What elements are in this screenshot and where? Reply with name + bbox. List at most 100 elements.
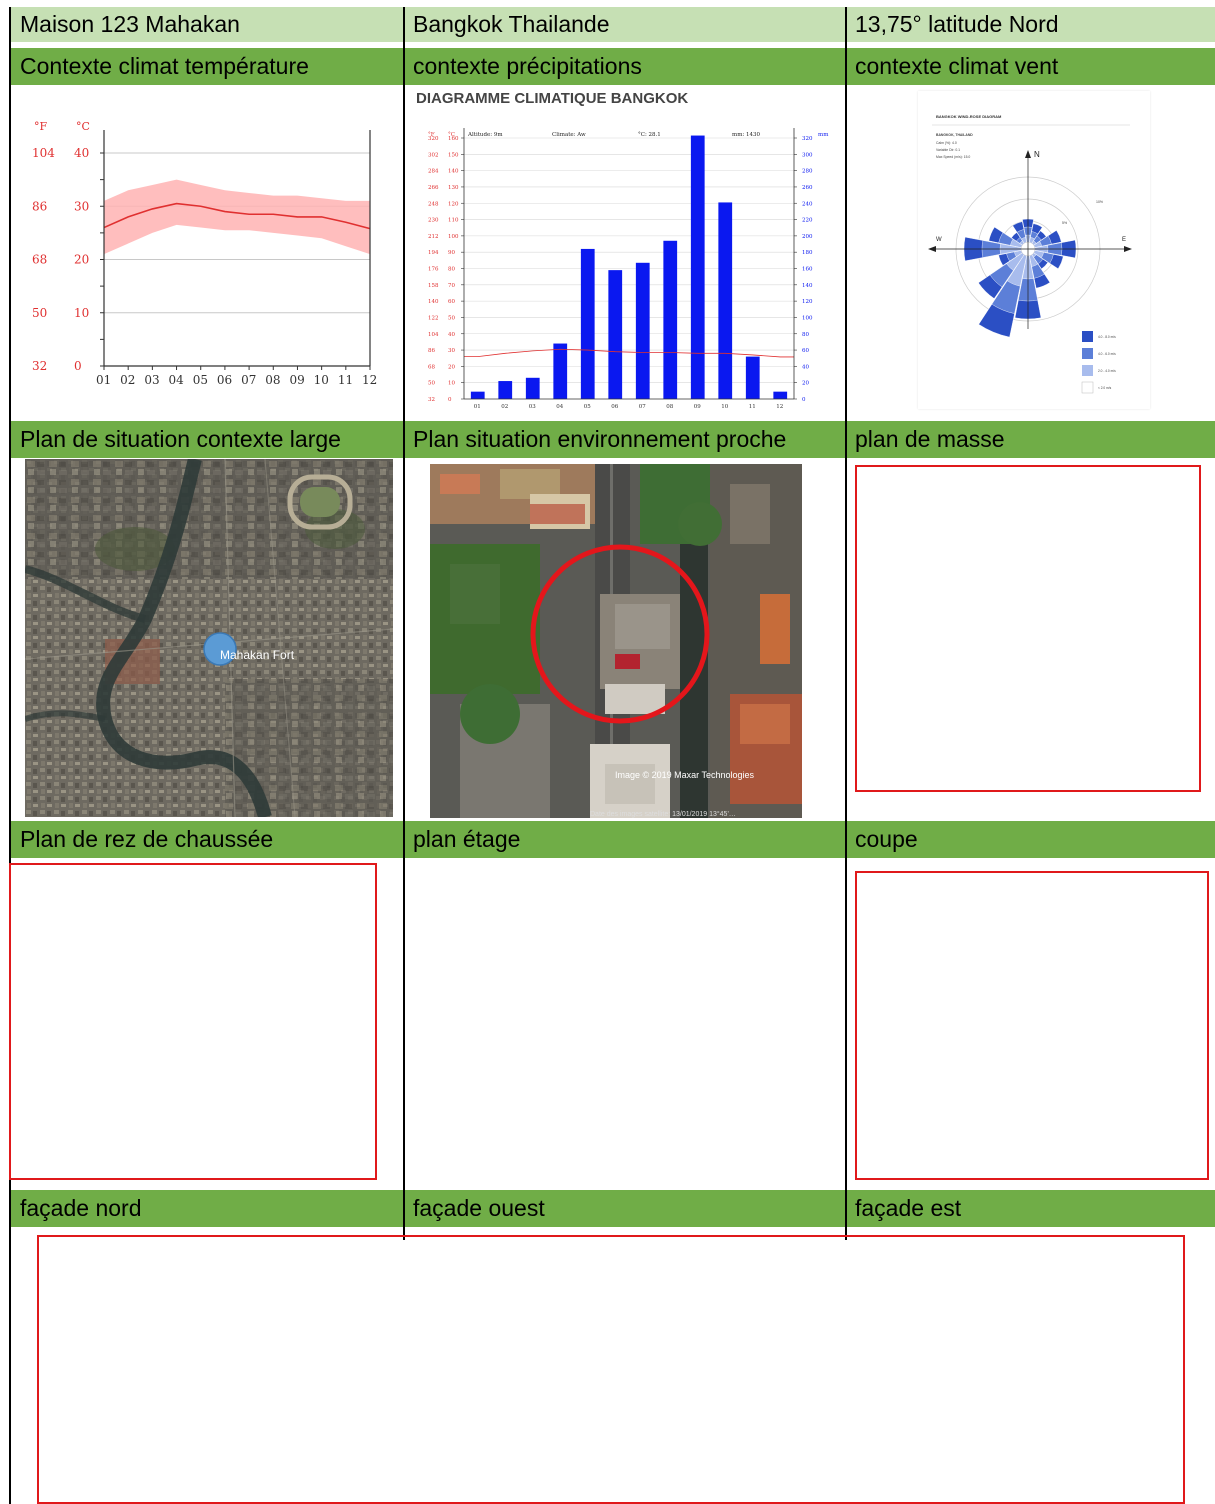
precip-temp-line (464, 348, 794, 358)
precip-tick-mm: 300 (802, 152, 813, 158)
legend-1: 4.0 - 8.0 m/s (1098, 335, 1116, 339)
temperature-chart-svg: °F °C 104 40 86 30 68 20 50 10 32 0 01 02 03 04 05 06 07… (32, 120, 377, 387)
precip-tick-f: 212 (428, 234, 439, 240)
unit-fahrenheit: °F (34, 120, 48, 133)
precip-bar (525, 377, 540, 399)
precip-month-label: 03 (529, 404, 536, 410)
header-plan-masse: plan de masse (845, 421, 1215, 458)
precip-tick-c: 130 (448, 185, 459, 191)
precip-tick-mm: 0 (802, 397, 806, 403)
precip-heading: DIAGRAMME CLIMATIQUE BANGKOK (416, 90, 689, 107)
header-plan-etage: plan étage (403, 821, 845, 858)
precip-tick-c: 70 (448, 283, 455, 289)
temp-tick-c: 20 (74, 253, 89, 267)
precip-tick-c: 140 (448, 169, 459, 175)
grid-line-middle (403, 7, 405, 1240)
precip-tick-c: 30 (448, 348, 455, 354)
precip-bar (773, 391, 788, 399)
precip-tick-mm: 80 (802, 332, 809, 338)
precip-tick-f: 320 (428, 136, 439, 142)
precip-bar (470, 391, 485, 399)
temp-tick-f: 68 (32, 253, 47, 267)
ring-label-5: 5% (1062, 221, 1067, 225)
precip-tick-mm: 20 (802, 381, 809, 387)
map-place-label: Mahakan Fort (220, 648, 295, 662)
header-rez-de-chaussee: Plan de rez de chaussée (10, 821, 403, 858)
wind-rose-legend: 4.0 - 8.0 m/s 4.0 - 6.0 m/s 2.0 - 4.0 m/… (1081, 331, 1116, 394)
header-wind: contexte climat vent (845, 48, 1215, 85)
precip-tick-f: 194 (428, 250, 439, 256)
grid-line-left (9, 7, 11, 1504)
temp-tick-f: 86 (32, 199, 47, 213)
header-facade-nord: façade nord (10, 1190, 403, 1227)
satellite-map-close: Image © 2019 Maxar Technologies Date des… (430, 464, 802, 818)
coupe-frame (855, 871, 1209, 1180)
wind-rose-title: BANGKOK WIND-ROSE DIAGRAM (936, 114, 1002, 119)
precip-tick-f: 302 (428, 152, 439, 158)
precip-tick-mm: 100 (802, 315, 813, 321)
precip-month-label: 12 (776, 404, 783, 410)
situation-map-close: Image © 2019 Maxar Technologies Date des… (430, 464, 802, 818)
precip-tick-f: 50 (428, 381, 435, 387)
precip-bar (718, 202, 733, 399)
legend-4: < 2.0 m/s (1098, 386, 1112, 390)
temp-month-label: 03 (144, 373, 159, 387)
wind-rose-stat-max: Max Speed (m/s): 15.0 (936, 155, 970, 159)
city-title: Bangkok Thailande (403, 7, 845, 42)
temperature-chart: °F °C 104 40 86 30 68 20 50 10 32 0 01 02 03 04 05 06 07… (14, 88, 400, 418)
plan-masse-frame (855, 465, 1201, 792)
satellite-map-large: Mahakan Fort (25, 459, 393, 817)
precip-month-label: 01 (474, 404, 481, 410)
precip-tick-mm: 240 (802, 201, 813, 207)
temp-month-label: 10 (314, 373, 329, 387)
precip-tick-c: 50 (448, 315, 455, 321)
precipitation-chart: DIAGRAMME CLIMATIQUE BANGKOK °F °C mm Al… (406, 88, 842, 418)
precip-tick-c: 60 (448, 299, 455, 305)
precip-tick-c: 110 (448, 218, 459, 224)
temp-month-label: 01 (96, 373, 111, 387)
info-altitude: Altitude: 9m (467, 132, 503, 138)
wind-rose-location: BANGKOK, THAILAND (936, 133, 973, 137)
precip-month-label: 04 (556, 404, 563, 410)
temp-tick-c: 10 (74, 306, 89, 320)
temp-tick-c: 0 (74, 359, 82, 373)
precip-tick-f: 284 (428, 169, 439, 175)
precipitation-chart-svg: °F °C mm Altitude: 9m Climate: Aw °C: 28… (428, 128, 829, 410)
precip-tick-c: 80 (448, 267, 455, 273)
temp-tick-f: 104 (32, 146, 55, 160)
precip-bar (745, 356, 760, 399)
precip-tick-f: 104 (428, 332, 439, 338)
precip-tick-f: 266 (428, 185, 439, 191)
grid-line-right (845, 7, 847, 1240)
header-temperature: Contexte climat température (10, 48, 403, 85)
precip-month-label: 05 (584, 404, 591, 410)
precip-tick-f: 230 (428, 218, 439, 224)
header-coupe: coupe (845, 821, 1215, 858)
precip-bar (580, 248, 595, 399)
temp-month-label: 04 (169, 373, 185, 387)
precip-tick-f: 140 (428, 299, 439, 305)
precip-tick-c: 10 (448, 381, 455, 387)
precip-tick-mm: 260 (802, 185, 813, 191)
precip-bar (663, 240, 678, 399)
precip-bar (553, 343, 568, 399)
precip-tick-c: 160 (448, 136, 459, 142)
precip-tick-c: 100 (448, 234, 459, 240)
precip-tick-mm: 200 (802, 234, 813, 240)
temp-month-label: 11 (338, 373, 353, 387)
precip-tick-mm: 140 (802, 283, 813, 289)
header-facade-ouest: façade ouest (403, 1190, 845, 1227)
precip-month-label: 10 (721, 404, 728, 410)
latitude-title: 13,75° latitude Nord (845, 7, 1215, 42)
header-situation-close: Plan situation environnement proche (403, 421, 845, 458)
precip-tick-f: 68 (428, 364, 435, 370)
precip-tick-c: 90 (448, 250, 455, 256)
precip-tick-c: 40 (448, 332, 455, 338)
project-title: Maison 123 Mahakan (10, 7, 403, 42)
precip-bar (498, 381, 513, 399)
precip-tick-mm: 160 (802, 267, 813, 273)
unit-mm: mm (818, 132, 829, 138)
precip-tick-mm: 60 (802, 348, 809, 354)
temp-range-band (104, 179, 370, 255)
temp-month-label: 08 (265, 373, 280, 387)
